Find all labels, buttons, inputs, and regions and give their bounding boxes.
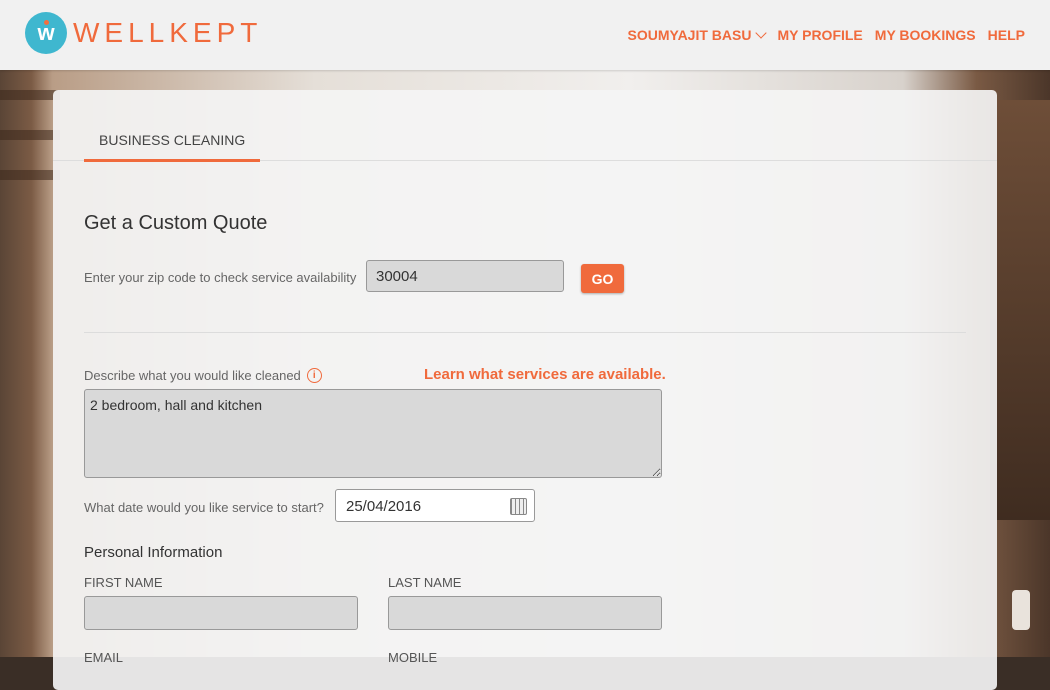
describe-label-row: Describe what you would like cleaned i — [84, 368, 322, 383]
top-nav: SOUMYAJIT BASU MY PROFILE MY BOOKINGS HE… — [627, 26, 1025, 43]
w-logo-icon: w — [25, 12, 67, 54]
user-menu[interactable]: SOUMYAJIT BASU — [627, 26, 768, 43]
date-label: What date would you like service to star… — [84, 500, 324, 515]
top-header: w WELLKEPT SOUMYAJIT BASU MY PROFILE MY … — [0, 0, 1050, 70]
email-label: EMAIL — [84, 650, 124, 665]
nav-my-profile[interactable]: MY PROFILE — [777, 27, 862, 43]
nav-my-bookings[interactable]: MY BOOKINGS — [875, 27, 976, 43]
mobile-label: MOBILE — [388, 650, 438, 665]
tab-bar: BUSINESS CLEANING — [53, 90, 997, 162]
background-detail — [0, 90, 60, 100]
last-name-input[interactable] — [388, 596, 662, 630]
divider — [84, 332, 966, 333]
logo[interactable]: w WELLKEPT — [25, 12, 262, 54]
nav-help[interactable]: HELP — [988, 27, 1025, 43]
background-detail — [0, 130, 60, 140]
go-button[interactable]: GO — [581, 264, 624, 293]
page-title: Get a Custom Quote — [84, 212, 268, 234]
date-value: 25/04/2016 — [346, 498, 422, 515]
personal-info-heading: Personal Information — [84, 544, 223, 561]
first-name-input[interactable] — [84, 596, 358, 630]
background-detail — [990, 100, 1050, 520]
calendar-icon[interactable] — [510, 498, 527, 515]
first-name-label: FIRST NAME — [84, 575, 163, 590]
user-name: SOUMYAJIT BASU — [627, 27, 752, 43]
describe-textarea[interactable]: 2 bedroom, hall and kitchen — [84, 389, 662, 478]
last-name-label: LAST NAME — [388, 575, 462, 590]
zip-label: Enter your zip code to check service ava… — [84, 270, 357, 285]
tab-business-cleaning[interactable]: BUSINESS CLEANING — [84, 124, 261, 162]
date-input[interactable]: 25/04/2016 — [335, 489, 535, 522]
chevron-down-icon — [755, 26, 768, 39]
brand-name: WELLKEPT — [73, 17, 263, 48]
learn-services-link[interactable]: Learn what services are available. — [424, 366, 666, 383]
background-detail — [0, 170, 60, 180]
quote-card: BUSINESS CLEANING Get a Custom Quote Ent… — [53, 90, 997, 690]
zip-input[interactable] — [366, 260, 564, 292]
background-detail — [1012, 590, 1030, 630]
info-icon[interactable]: i — [306, 368, 322, 383]
describe-label: Describe what you would like cleaned — [84, 368, 301, 383]
